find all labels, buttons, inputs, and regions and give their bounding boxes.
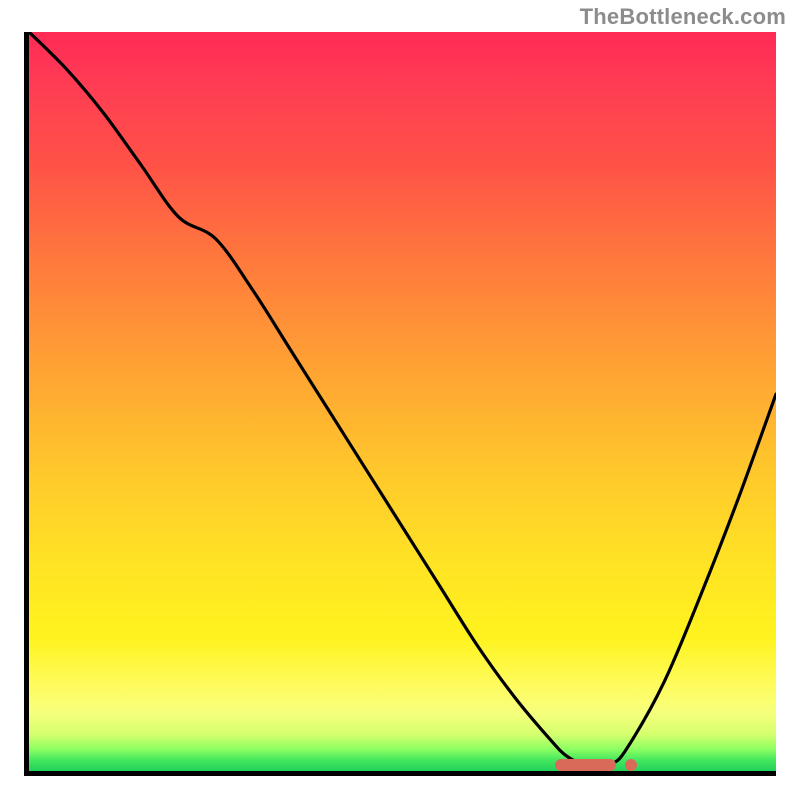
attribution-text: TheBottleneck.com — [580, 4, 786, 30]
optimum-marker-dot — [625, 759, 637, 771]
optimum-marker-bar — [555, 759, 615, 771]
chart-wrapper: TheBottleneck.com — [0, 0, 800, 800]
bottleneck-curve — [29, 32, 776, 771]
plot-area — [24, 32, 776, 776]
